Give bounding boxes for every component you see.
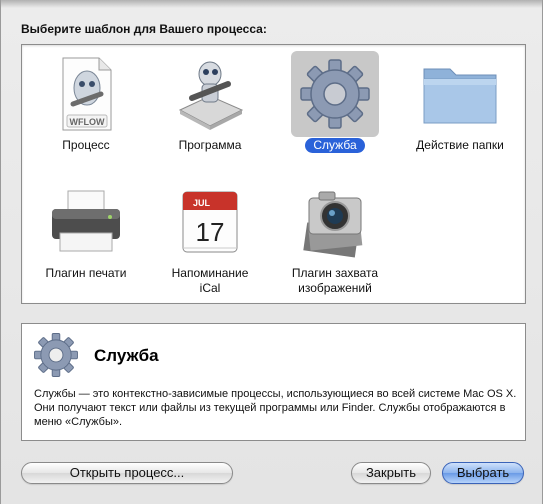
template-label: Программа xyxy=(178,138,242,152)
calendar-month: JUL xyxy=(193,198,211,208)
template-image-capture-plugin[interactable]: Плагин захвата изображений xyxy=(275,179,395,296)
description-panel: Служба Службы — это контекстно-зависимые… xyxy=(21,323,526,441)
template-workflow[interactable]: WFLOW Процесс xyxy=(26,51,146,153)
description-text: Службы — это контекстно-зависимые процес… xyxy=(34,388,517,428)
template-label: Действие папки xyxy=(416,138,504,152)
template-label: Плагин печати xyxy=(45,266,127,280)
calendar-icon: JUL 17 xyxy=(166,179,254,265)
printer-icon xyxy=(42,179,130,265)
choose-button[interactable]: Выбрать xyxy=(442,462,524,484)
template-label: Напоминание iCal xyxy=(171,266,249,295)
camera-icon xyxy=(291,179,379,265)
workflow-document-icon: WFLOW xyxy=(42,51,130,137)
template-service[interactable]: Служба xyxy=(275,51,395,153)
template-label: Служба xyxy=(305,138,365,153)
open-workflow-button[interactable]: Открыть процесс... xyxy=(21,462,233,484)
template-ical-alarm[interactable]: JUL 17 Напоминание iCal xyxy=(150,179,270,296)
close-button[interactable]: Закрыть xyxy=(351,462,431,484)
template-chooser-sheet: Выберите шаблон для Вашего процесса: WFL… xyxy=(0,0,543,504)
template-folder-action[interactable]: Действие папки xyxy=(400,51,520,153)
workflow-doc-tag: WFLOW xyxy=(70,117,105,127)
gear-icon xyxy=(291,51,379,137)
automator-robot-icon xyxy=(166,51,254,137)
calendar-day: 17 xyxy=(196,217,225,247)
template-print-plugin[interactable]: Плагин печати xyxy=(26,179,146,281)
gear-icon xyxy=(32,331,80,382)
template-label: Плагин захвата изображений xyxy=(291,266,379,295)
description-title: Служба xyxy=(94,346,159,365)
template-grid: WFLOW Процесс Программа Служба Действие … xyxy=(21,44,526,304)
template-application[interactable]: Программа xyxy=(150,51,270,153)
folder-icon xyxy=(416,51,504,137)
template-label: Процесс xyxy=(62,138,110,152)
prompt-label: Выберите шаблон для Вашего процесса: xyxy=(21,22,267,36)
